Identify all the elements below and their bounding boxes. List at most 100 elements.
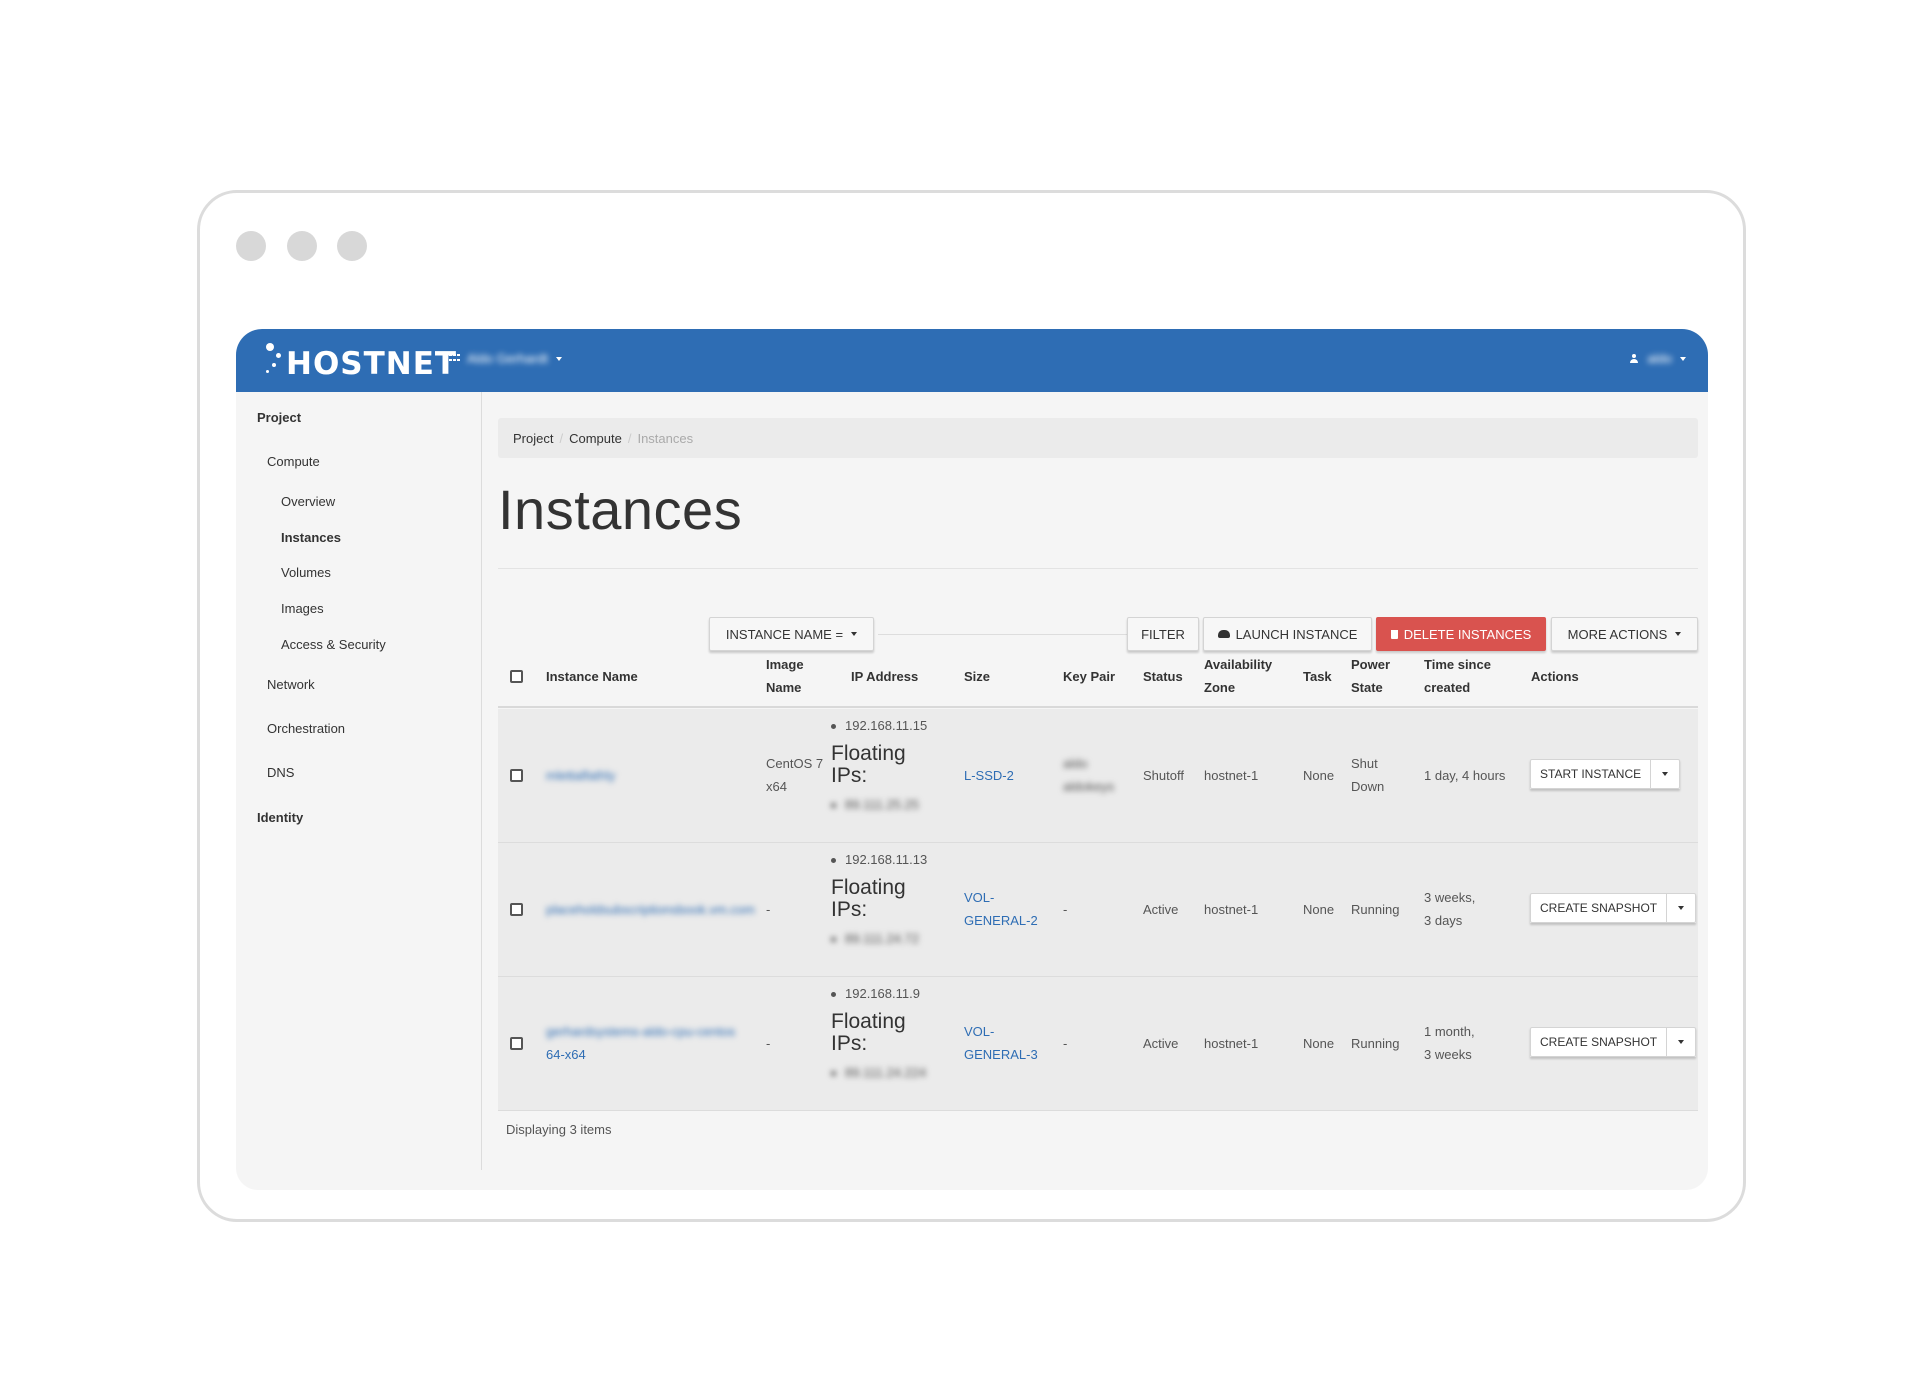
- col-size[interactable]: Size: [964, 665, 990, 688]
- filter-button[interactable]: FILTER: [1127, 617, 1199, 651]
- cloud-upload-icon: [1217, 630, 1230, 638]
- power-state-line1: Shut: [1351, 756, 1378, 771]
- status: Shutoff: [1143, 768, 1184, 783]
- fixed-ip: 192.168.11.13: [831, 849, 941, 871]
- time-line2: 3 weeks: [1424, 1047, 1472, 1062]
- user-menu[interactable]: aldo: [1629, 351, 1686, 366]
- project-selector[interactable]: Aldo Gerhardt: [449, 351, 562, 366]
- more-actions-label: MORE ACTIONS: [1567, 626, 1668, 642]
- page-title: Instances: [498, 478, 743, 541]
- top-navbar: HOSTNET Aldo Gerhardt aldo: [236, 329, 1708, 392]
- status: Active: [1143, 1036, 1179, 1051]
- time-line1: 3 weeks,: [1424, 890, 1476, 905]
- delete-instances-label: DELETE INSTANCES: [1403, 626, 1532, 642]
- start-instance-button[interactable]: START INSTANCE: [1530, 759, 1652, 789]
- breadcrumb-instances: Instances: [637, 430, 694, 446]
- sidebar-group-orchestration[interactable]: Orchestration: [267, 721, 345, 736]
- key-pair: -: [1063, 902, 1068, 917]
- sidebar-group-dns[interactable]: DNS: [267, 765, 294, 780]
- time-since-created: 1 month, 3 weeks: [1424, 1020, 1475, 1066]
- size-link[interactable]: L-SSD-2: [964, 764, 1014, 787]
- instance-name-link[interactable]: placeholdsubscriptionsbook.vm.com: [546, 898, 755, 921]
- launch-instance-button[interactable]: LAUNCH INSTANCE: [1203, 617, 1372, 651]
- col-ip-address[interactable]: IP Address: [851, 665, 918, 688]
- sidebar-item-images[interactable]: Images: [281, 601, 324, 616]
- key-pair-line1: aldo: [1063, 756, 1088, 771]
- row-actions-dropdown[interactable]: [1667, 1027, 1697, 1057]
- size-line1: VOL-: [964, 1024, 995, 1039]
- size-link[interactable]: VOL- GENERAL-2: [964, 886, 1038, 932]
- status: Active: [1143, 902, 1179, 917]
- col-time-line1: Time since: [1424, 657, 1491, 672]
- row-action-group: START INSTANCE: [1530, 759, 1681, 789]
- row-actions-dropdown[interactable]: [1667, 893, 1697, 923]
- col-image-name-line1: Image: [766, 657, 804, 672]
- col-key-pair[interactable]: Key Pair: [1063, 665, 1115, 688]
- sidebar-section-project[interactable]: Project: [257, 410, 301, 425]
- instance-name-filter-dropdown[interactable]: INSTANCE NAME =: [709, 617, 874, 651]
- ip-address-list: 192.168.11.9 Floating IPs: 89.111.24.224: [831, 983, 941, 1084]
- row-actions-dropdown[interactable]: [1651, 759, 1681, 789]
- chevron-down-icon: [851, 632, 858, 636]
- col-status[interactable]: Status: [1143, 665, 1183, 688]
- instance-name-link[interactable]: gerhardsystems-aldo-cpu-centos 64-x64: [546, 1020, 735, 1066]
- availability-zone: hostnet-1: [1204, 768, 1259, 783]
- table-row[interactable]: gerhardsystems-aldo-cpu-centos 64-x64 - 1…: [498, 977, 1698, 1111]
- size-link[interactable]: VOL- GENERAL-3: [964, 1020, 1038, 1066]
- breadcrumb-compute[interactable]: Compute: [569, 431, 622, 446]
- floating-ip: 89.111.24.224: [831, 1062, 941, 1084]
- trash-icon: [1390, 629, 1398, 639]
- window-minimize-dot[interactable]: [287, 231, 317, 261]
- image-name: -: [766, 1036, 771, 1051]
- window-maximize-dot[interactable]: [337, 231, 367, 261]
- sidebar-item-instances[interactable]: Instances: [281, 530, 341, 545]
- row-checkbox[interactable]: [510, 769, 523, 782]
- hostnet-logo[interactable]: HOSTNET: [264, 337, 457, 385]
- launch-instance-label: LAUNCH INSTANCE: [1235, 626, 1358, 642]
- table-header: Instance Name Image Name IP Address Size …: [498, 648, 1698, 708]
- task: None: [1303, 1036, 1335, 1051]
- window-close-dot[interactable]: [236, 231, 266, 261]
- sidebar-item-volumes[interactable]: Volumes: [281, 565, 331, 580]
- fixed-ip: 192.168.11.15: [831, 715, 941, 737]
- row-action-group: CREATE SNAPSHOT: [1530, 893, 1697, 923]
- create-snapshot-button[interactable]: CREATE SNAPSHOT: [1530, 1027, 1668, 1057]
- time-line1: 1 month,: [1424, 1024, 1475, 1039]
- user-name: aldo: [1647, 351, 1672, 366]
- floating-ips-label: Floating IPs:: [831, 743, 941, 787]
- col-time-since-created[interactable]: Time since created: [1424, 653, 1491, 699]
- sidebar-item-access-security[interactable]: Access & Security: [281, 637, 386, 652]
- row-checkbox[interactable]: [510, 1037, 523, 1050]
- more-actions-button[interactable]: MORE ACTIONS: [1551, 617, 1698, 651]
- col-availability-zone[interactable]: Availability Zone: [1204, 653, 1272, 699]
- project-selector-label: Aldo Gerhardt: [467, 351, 548, 366]
- delete-instances-button[interactable]: DELETE INSTANCES: [1376, 617, 1546, 651]
- sidebar-item-overview[interactable]: Overview: [281, 494, 335, 509]
- col-task[interactable]: Task: [1303, 665, 1332, 688]
- image-name: -: [766, 902, 771, 917]
- breadcrumb-project[interactable]: Project: [513, 431, 553, 446]
- sidebar-group-compute[interactable]: Compute: [267, 454, 320, 469]
- col-instance-name[interactable]: Instance Name: [546, 665, 638, 688]
- key-pair-line2: aldokeys: [1063, 779, 1115, 794]
- sidebar-group-network[interactable]: Network: [267, 677, 315, 692]
- size-line1: VOL-: [964, 890, 995, 905]
- table-row[interactable]: mlettalfathly CentOS 7 x64 192.168.11.15 …: [498, 709, 1698, 843]
- floating-label-2: IPs:: [831, 898, 868, 921]
- table-row[interactable]: placeholdsubscriptionsbook.vm.com - 192.…: [498, 843, 1698, 977]
- instance-name-line2: 64-x64: [546, 1047, 586, 1062]
- logo-text: HOSTNET: [286, 346, 458, 382]
- row-checkbox[interactable]: [510, 903, 523, 916]
- breadcrumb-separator: /: [627, 430, 632, 446]
- chevron-down-icon: [1662, 772, 1669, 776]
- col-power-state[interactable]: Power State: [1351, 653, 1390, 699]
- col-power-line2: State: [1351, 680, 1383, 695]
- key-pair: aldo aldokeys: [1063, 752, 1114, 798]
- create-snapshot-button[interactable]: CREATE SNAPSHOT: [1530, 893, 1668, 923]
- select-all-checkbox[interactable]: [510, 670, 523, 683]
- time-line2: 3 days: [1424, 913, 1463, 928]
- floating-label-1: Floating: [831, 1010, 906, 1033]
- sidebar-section-identity[interactable]: Identity: [257, 810, 303, 825]
- col-image-name[interactable]: Image Name: [766, 653, 804, 699]
- instance-name-link[interactable]: mlettalfathly: [546, 764, 615, 787]
